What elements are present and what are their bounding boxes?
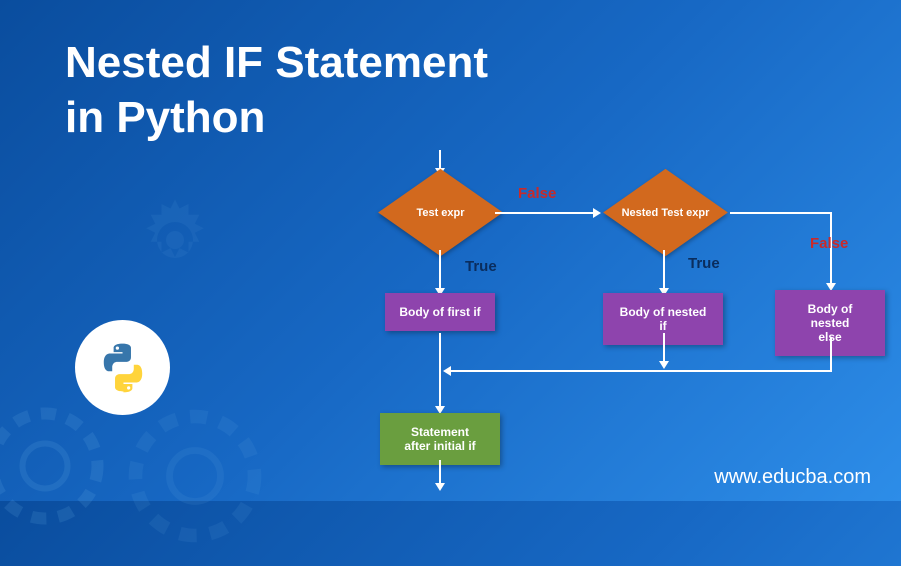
decision-test-expr: Test expr — [388, 175, 493, 250]
box-label-line2: after initial if — [404, 439, 475, 453]
decision-nested-test-expr: Nested Test expr — [598, 175, 733, 250]
python-icon — [93, 338, 153, 398]
arrow-line — [663, 333, 665, 363]
box-label: Body of first if — [399, 305, 480, 319]
gear-icon — [130, 195, 220, 285]
arrow-line — [495, 212, 595, 214]
process-body-first-if: Body of first if — [385, 293, 495, 331]
gear-icon — [110, 391, 280, 561]
title-line-2: in Python — [65, 93, 265, 142]
arrow-line — [830, 337, 832, 370]
box-label: Body of nested if — [620, 305, 707, 333]
arrow-line — [663, 250, 665, 290]
website-url: www.educba.com — [714, 466, 871, 489]
page-title: Nested IF Statement in Python — [65, 35, 488, 145]
box-label-line1: Body of nested — [808, 302, 853, 330]
arrow-line — [439, 460, 441, 485]
gear-icon — [0, 391, 120, 541]
arrow-line — [439, 333, 441, 408]
arrowhead-down-icon — [435, 483, 445, 491]
process-statement-after-if: Statement after initial if — [380, 413, 500, 465]
arrow-line — [439, 250, 441, 290]
edge-label-false: False — [518, 185, 556, 202]
flowchart-diagram: Test expr False Nested Test expr False T… — [300, 155, 885, 495]
edge-label-false: False — [810, 235, 848, 252]
arrow-line — [730, 212, 830, 214]
box-label-line1: Statement — [411, 425, 469, 439]
title-line-1: Nested IF Statement — [65, 38, 488, 87]
python-logo — [75, 320, 170, 415]
arrowhead-down-icon — [659, 361, 669, 369]
arrow-line — [448, 370, 832, 372]
arrow-line — [439, 150, 441, 170]
edge-label-true: True — [688, 255, 720, 272]
edge-label-true: True — [465, 258, 497, 275]
diamond-label: Test expr — [416, 207, 464, 219]
diamond-label: Nested Test expr — [622, 207, 710, 219]
